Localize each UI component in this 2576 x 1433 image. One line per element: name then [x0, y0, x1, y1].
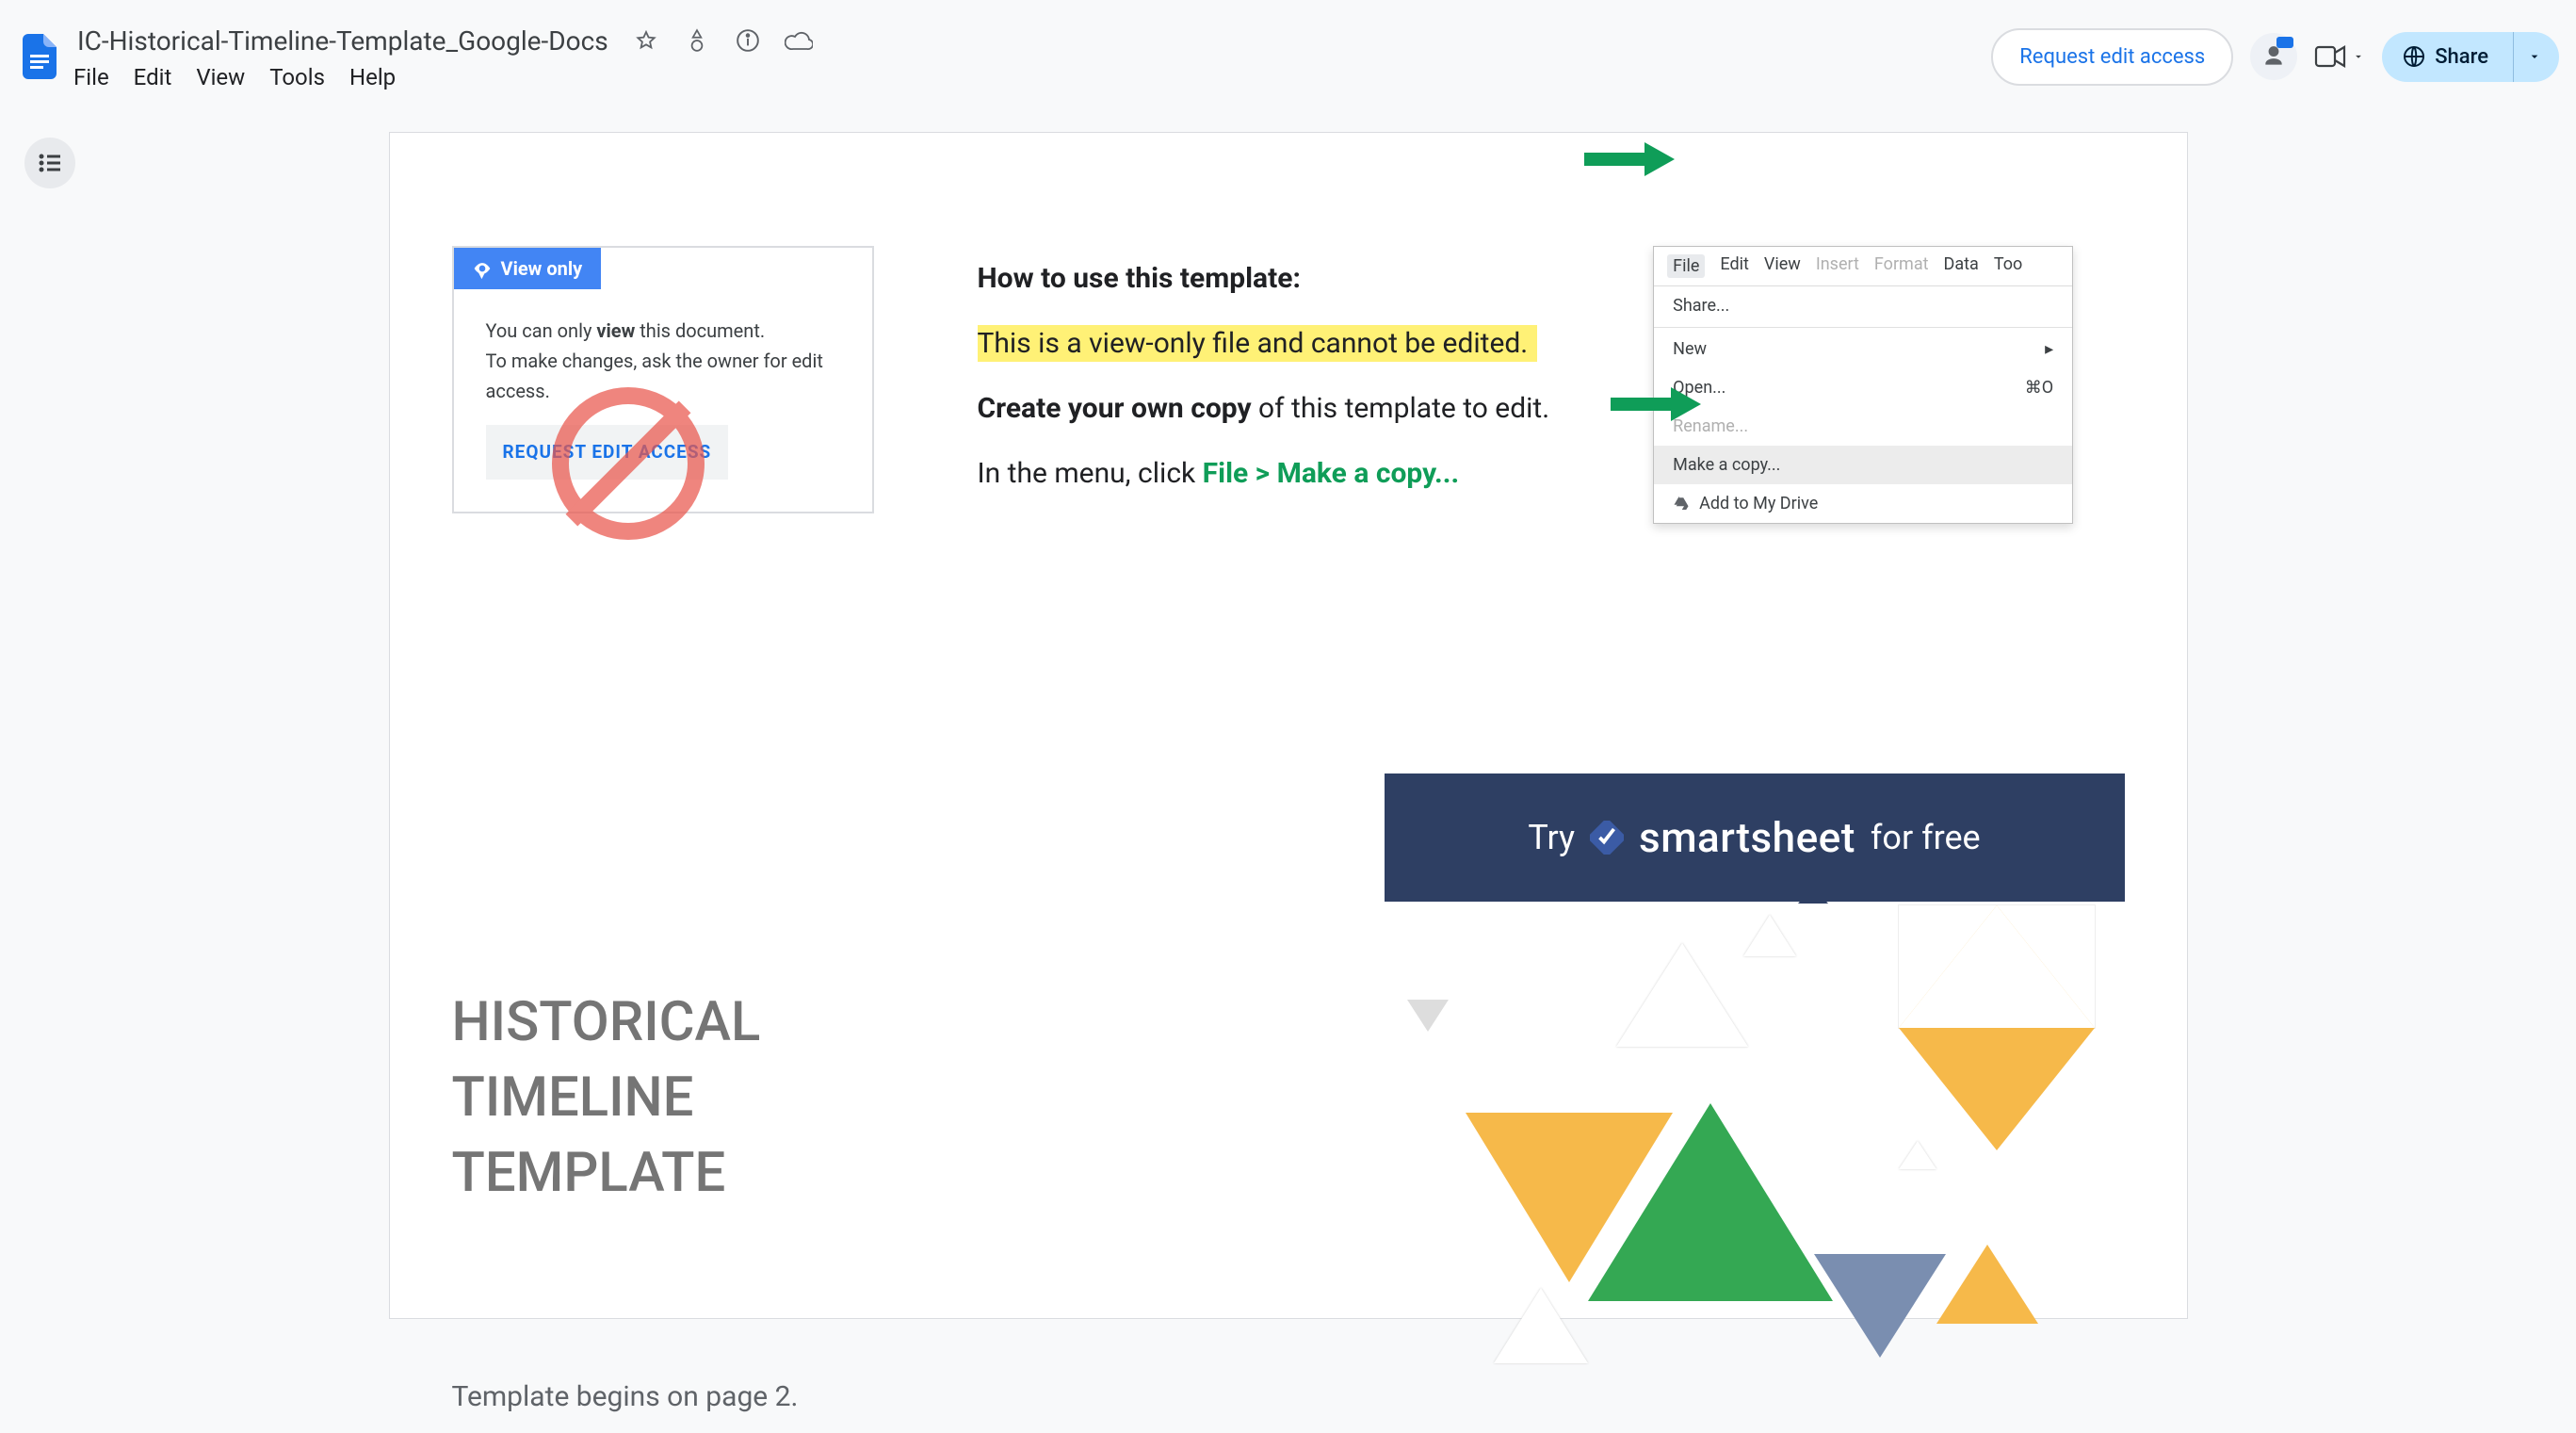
banner-forfree: for free [1871, 818, 1981, 857]
comments-button[interactable] [2250, 33, 2297, 80]
share-dropdown-button[interactable] [2513, 32, 2559, 82]
fm-bar-file: File [1667, 254, 1705, 278]
check-mark-icon [1590, 821, 1624, 855]
chevron-down-icon [2527, 49, 2542, 64]
view-only-pill: View only ▼ [454, 248, 602, 289]
instruction-row: View only ▼ You can only view this docum… [452, 246, 2125, 524]
prohibited-icon [552, 387, 705, 540]
fm-share: Share... [1673, 296, 1729, 316]
instruction-line2a: Create your own copy [978, 392, 1252, 425]
move-icon[interactable] [680, 24, 714, 57]
share-button-group: Share [2382, 32, 2559, 82]
vo-text-1c: this document. [635, 319, 765, 342]
drive-icon [1673, 496, 1690, 513]
instruction-line3a: In the menu, click [978, 457, 1203, 490]
how-to-title: How to use this template: [978, 246, 1550, 311]
banner-caret [1798, 887, 1828, 904]
title-area: IC-Historical-Timeline-Template_Google-D… [73, 24, 1985, 90]
smartsheet-banner[interactable]: Try smartsheet for free [1385, 773, 2125, 902]
menu-view[interactable]: View [196, 64, 245, 90]
docs-logo-icon[interactable] [17, 29, 62, 84]
meet-button[interactable] [2314, 43, 2365, 70]
outline-icon [38, 153, 62, 173]
canvas[interactable]: View only ▼ You can only view this docum… [0, 104, 2576, 1319]
share-label: Share [2435, 45, 2488, 69]
menu-tools[interactable]: Tools [269, 64, 325, 90]
fm-bar-view: View [1764, 254, 1801, 278]
vo-text-1b: view [596, 319, 635, 342]
fm-open-shortcut: ⌘O [2025, 378, 2053, 398]
menu-help[interactable]: Help [349, 64, 396, 90]
heading-line3: TEMPLATE [452, 1135, 761, 1211]
share-button[interactable]: Share [2382, 32, 2513, 82]
fm-bar-data: Data [1944, 254, 1979, 278]
instruction-line2b: of this template to edit. [1252, 392, 1550, 425]
heading-line1: HISTORICAL [452, 985, 761, 1060]
menu-bar: File Edit View Tools Help [73, 64, 1985, 90]
chevron-down-icon [2352, 50, 2365, 63]
triangle-art [1371, 905, 2125, 1433]
green-arrow-2 [1611, 387, 1701, 421]
request-edit-access-button[interactable]: Request edit access [1991, 28, 2233, 86]
show-outline-button[interactable] [24, 138, 75, 188]
instruction-text: How to use this template: This is a view… [978, 246, 1550, 506]
instruction-line3b: File > Make a copy... [1203, 457, 1459, 490]
banner-brand: smartsheet [1639, 813, 1855, 862]
star-icon[interactable] [629, 24, 663, 57]
app-header: IC-Historical-Timeline-Template_Google-D… [0, 0, 2576, 104]
fm-add-drive: Add to My Drive [1699, 494, 1818, 513]
menu-edit[interactable]: Edit [134, 64, 172, 90]
view-only-label: View only [501, 257, 583, 280]
document-page: View only ▼ You can only view this docum… [389, 132, 2188, 1319]
file-menu-image: File Edit View Insert Format Data Too Sh… [1653, 246, 2073, 524]
instruction-line1: This is a view-only file and cannot be e… [978, 325, 1538, 362]
vo-text-1a: You can only [486, 319, 597, 342]
document-subheading: Template begins on page 2. [452, 1380, 799, 1413]
fm-new: New [1673, 339, 1707, 359]
heading-line2: TIMELINE [452, 1060, 761, 1135]
cloud-saved-icon[interactable] [782, 24, 816, 57]
fm-make-copy: Make a copy... [1673, 455, 1780, 475]
fm-bar-format: Format [1874, 254, 1929, 278]
document-title[interactable]: IC-Historical-Timeline-Template_Google-D… [73, 24, 612, 58]
fm-bar-too: Too [1994, 254, 2022, 278]
document-heading: HISTORICAL TIMELINE TEMPLATE [452, 985, 761, 1211]
info-icon[interactable] [731, 24, 765, 57]
header-right-controls: Request edit access Share [1991, 28, 2559, 86]
fm-bar-insert: Insert [1816, 254, 1859, 278]
fm-bar-edit: Edit [1720, 254, 1748, 278]
banner-try: Try [1528, 818, 1575, 857]
menu-file[interactable]: File [73, 64, 109, 90]
globe-icon [2403, 45, 2425, 68]
green-arrow-1 [1584, 142, 1675, 176]
